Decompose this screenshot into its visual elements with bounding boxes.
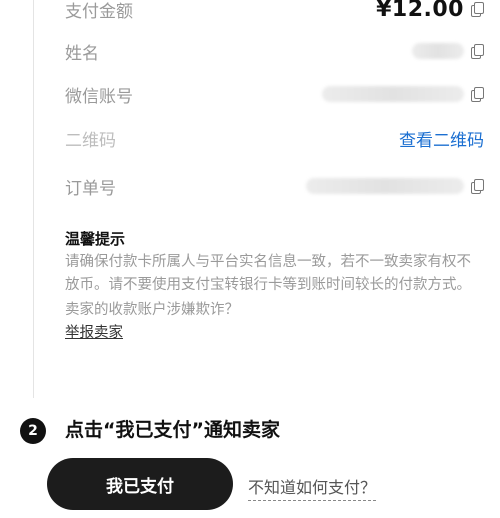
copy-name-icon[interactable] — [470, 43, 484, 59]
amount-row: 支付金额 ¥12.00 — [65, 0, 484, 24]
i-have-paid-button[interactable]: 我已支付 — [47, 458, 233, 510]
qrcode-label: 二维码 — [65, 130, 116, 151]
step-2-badge: 2 — [20, 418, 46, 444]
copy-order-number-icon[interactable] — [470, 178, 484, 194]
wechat-label: 微信账号 — [65, 86, 133, 107]
order-number-redacted — [306, 178, 464, 194]
report-seller-link[interactable]: 举报卖家 — [65, 323, 123, 343]
fraud-question: 卖家的收款账户涉嫌欺诈？ — [65, 302, 239, 318]
step-2-title: 点击“我已支付”通知卖家 — [65, 419, 280, 441]
name-value-redacted — [412, 43, 464, 59]
order-number-row: 订单号 — [65, 171, 484, 201]
step-timeline-line — [33, 0, 34, 398]
tips-title: 温馨提示 — [65, 230, 126, 248]
view-qrcode-link[interactable]: 查看二维码 — [399, 126, 484, 151]
amount-value: ¥12.00 — [376, 0, 464, 22]
how-to-pay-link[interactable]: 不知道如何支付？ — [248, 474, 377, 501]
wechat-value-redacted — [322, 86, 464, 102]
name-label: 姓名 — [65, 43, 99, 64]
tips-section: 温馨提示 请确保付款卡所属人与平台实名信息一致，若不一致卖家有权不放币。请不要使… — [65, 228, 484, 343]
copy-amount-icon[interactable] — [470, 1, 484, 17]
tips-body: 请确保付款卡所属人与平台实名信息一致，若不一致卖家有权不放币。请不要使用支付宝转… — [65, 254, 471, 293]
wechat-row: 微信账号 — [65, 79, 484, 109]
amount-label: 支付金额 — [65, 1, 133, 22]
qrcode-row: 二维码 查看二维码 — [65, 123, 484, 153]
copy-wechat-icon[interactable] — [470, 86, 484, 102]
order-number-label: 订单号 — [65, 178, 116, 199]
name-row: 姓名 — [65, 36, 484, 66]
